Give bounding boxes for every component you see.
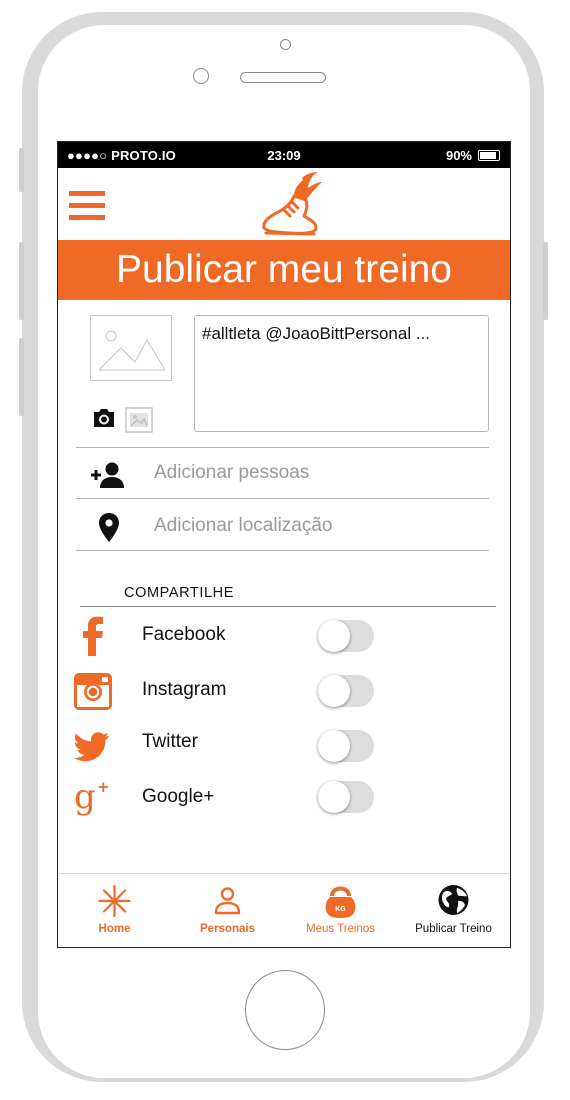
location-pin-icon[interactable] xyxy=(98,512,120,543)
status-time: 23:09 xyxy=(267,148,301,163)
status-bar: ●●●●○ PROTO.IO 23:09 90% xyxy=(58,142,510,168)
share-twitter-label: Twitter xyxy=(142,731,198,752)
battery-percent: 90% xyxy=(445,148,472,163)
hamburger-icon[interactable] xyxy=(69,191,105,221)
winged-shoe-logo xyxy=(262,172,322,236)
kettlebell-icon: KG xyxy=(325,886,356,918)
divider xyxy=(76,498,489,499)
svg-text:g: g xyxy=(74,777,96,816)
home-button[interactable] xyxy=(245,970,325,1050)
tab-personais-label: Personais xyxy=(200,923,255,935)
add-person-icon[interactable] xyxy=(89,461,127,489)
instagram-toggle[interactable] xyxy=(318,675,374,707)
tab-bar: Home Personais KG Meus Treinos Publicar … xyxy=(58,873,510,947)
divider xyxy=(76,447,489,448)
google-plus-toggle[interactable] xyxy=(318,781,374,813)
svg-text:KG: KG xyxy=(335,906,346,913)
share-instagram-label: Instagram xyxy=(142,679,227,700)
globe-icon xyxy=(438,885,469,915)
twitter-icon xyxy=(74,732,109,762)
tab-publicar-treino-label: Publicar Treino xyxy=(415,923,492,935)
tab-publicar-treino[interactable]: Publicar Treino xyxy=(397,874,510,947)
svg-text:+: + xyxy=(97,778,110,796)
page-title: Publicar meu treino xyxy=(58,240,510,300)
person-icon xyxy=(214,887,241,915)
divider xyxy=(80,606,496,607)
star-burst-icon xyxy=(98,884,131,918)
share-google-plus-label: Google+ xyxy=(142,786,215,807)
earpiece-speaker xyxy=(240,72,326,83)
twitter-toggle[interactable] xyxy=(318,730,374,762)
divider xyxy=(76,550,489,551)
add-location-field[interactable]: Adicionar localização xyxy=(154,515,333,537)
share-heading: COMPARTILHE xyxy=(124,585,234,601)
volume-up-button xyxy=(19,242,24,320)
gallery-icon[interactable] xyxy=(125,407,153,433)
facebook-icon xyxy=(83,616,103,656)
image-placeholder[interactable] xyxy=(90,315,172,381)
share-facebook-label: Facebook xyxy=(142,624,226,645)
tab-personais[interactable]: Personais xyxy=(171,874,284,947)
power-button xyxy=(543,242,548,320)
front-sensor xyxy=(280,39,291,50)
add-people-field[interactable]: Adicionar pessoas xyxy=(154,462,309,484)
camera-icon[interactable] xyxy=(92,407,116,429)
volume-down-button xyxy=(19,338,24,416)
tab-meus-treinos-label: Meus Treinos xyxy=(305,923,376,935)
battery-icon xyxy=(478,150,500,161)
front-camera xyxy=(193,68,209,84)
caption-input[interactable]: #alltleta @JoaoBittPersonal ... xyxy=(194,315,489,432)
tab-home[interactable]: Home xyxy=(58,874,171,947)
tab-meus-treinos[interactable]: KG Meus Treinos xyxy=(284,874,397,947)
tab-home-label: Home xyxy=(98,923,131,935)
app-screen: ●●●●○ PROTO.IO 23:09 90% Publicar meu tr… xyxy=(57,141,511,948)
image-placeholder-icon xyxy=(98,330,166,371)
instagram-icon xyxy=(74,673,112,710)
facebook-toggle[interactable] xyxy=(318,620,374,652)
side-button xyxy=(19,148,24,192)
app-header xyxy=(58,168,510,240)
google-plus-icon: g + xyxy=(74,777,110,816)
